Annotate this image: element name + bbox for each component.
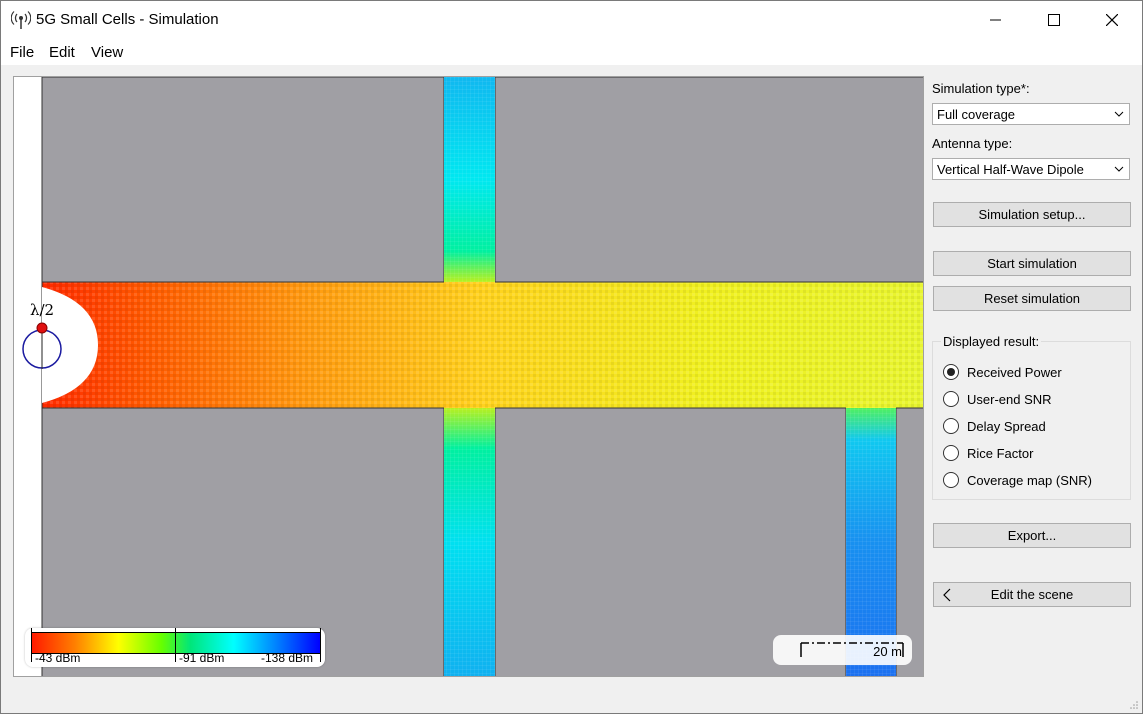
radio-coverage-map-snr-label[interactable]: Coverage map (SNR) (967, 473, 1092, 488)
radio-delay-spread-label[interactable]: Delay Spread (967, 419, 1046, 434)
building-top-right (494, 77, 923, 283)
legend-tick-min (31, 628, 32, 662)
close-button[interactable] (1083, 1, 1141, 38)
antenna-type-select[interactable]: Vertical Half-Wave Dipole (932, 158, 1130, 180)
color-legend: -43 dBm -91 dBm -138 dBm (25, 628, 325, 667)
simulation-type-value: Full coverage (937, 107, 1016, 122)
reset-simulation-button[interactable]: Reset simulation (933, 286, 1131, 311)
export-button[interactable]: Export... (933, 523, 1131, 548)
close-icon (1106, 13, 1118, 26)
radio-delay-spread[interactable] (943, 418, 959, 434)
antenna-feed-point[interactable] (36, 322, 48, 334)
antenna-type-label: Antenna type: (932, 136, 1013, 151)
simulation-setup-button[interactable]: Simulation setup... (933, 202, 1131, 227)
title-bar[interactable]: 5G Small Cells - Simulation (1, 1, 1142, 38)
cross-top-grid (444, 77, 495, 282)
legend-min-label: -43 dBm (35, 651, 81, 665)
legend-max-label: -138 dBm (261, 651, 314, 665)
simulation-viewport[interactable]: λ/2 (13, 76, 924, 677)
menu-edit[interactable]: Edit (49, 44, 75, 61)
antenna-type-value: Vertical Half-Wave Dipole (937, 162, 1084, 177)
legend-tick-max (320, 628, 321, 662)
chevron-left-icon (943, 588, 951, 602)
edit-scene-button[interactable]: Edit the scene (933, 582, 1131, 607)
maximize-button[interactable] (1025, 1, 1083, 38)
scale-bar: 20 m (773, 635, 912, 665)
radio-user-end-snr-label[interactable]: User-end SNR (967, 392, 1052, 407)
scale-bar-label: 20 m (873, 644, 902, 659)
resize-grip-icon[interactable] (1129, 700, 1139, 710)
minimize-icon (990, 19, 1001, 20)
building-top-left (41, 77, 445, 283)
chevron-down-icon (1114, 166, 1124, 172)
maximize-icon (1048, 13, 1060, 26)
radio-rice-factor[interactable] (943, 445, 959, 461)
chevron-down-icon (1114, 111, 1124, 117)
radio-received-power[interactable] (943, 364, 959, 380)
radio-coverage-map-snr[interactable] (943, 472, 959, 488)
coverage-map[interactable]: λ/2 (14, 77, 924, 677)
antenna-broadcast-icon (11, 11, 31, 29)
legend-tick-mid (175, 628, 176, 662)
simulation-type-select[interactable]: Full coverage (932, 103, 1130, 125)
cross-bottom-grid (444, 408, 495, 676)
menu-view[interactable]: View (91, 44, 123, 61)
edit-scene-label: Edit the scene (990, 587, 1074, 602)
menu-bar: File Edit View (1, 38, 1142, 65)
menu-file[interactable]: File (10, 44, 34, 61)
left-margin (14, 77, 42, 676)
window-title: 5G Small Cells - Simulation (36, 11, 219, 28)
simulation-type-label: Simulation type*: (932, 81, 1030, 96)
start-simulation-button[interactable]: Start simulation (933, 251, 1131, 276)
main-street-noise (42, 282, 923, 408)
displayed-result-title: Displayed result: (941, 334, 1042, 349)
legend-mid-label: -91 dBm (179, 651, 225, 665)
radio-user-end-snr[interactable] (943, 391, 959, 407)
radio-rice-factor-label[interactable]: Rice Factor (967, 446, 1033, 461)
app-window: 5G Small Cells - Simulation File Edit Vi… (0, 0, 1143, 714)
radio-received-power-label[interactable]: Received Power (967, 365, 1062, 380)
minimize-button[interactable] (967, 1, 1025, 38)
antenna-label: λ/2 (30, 301, 54, 319)
